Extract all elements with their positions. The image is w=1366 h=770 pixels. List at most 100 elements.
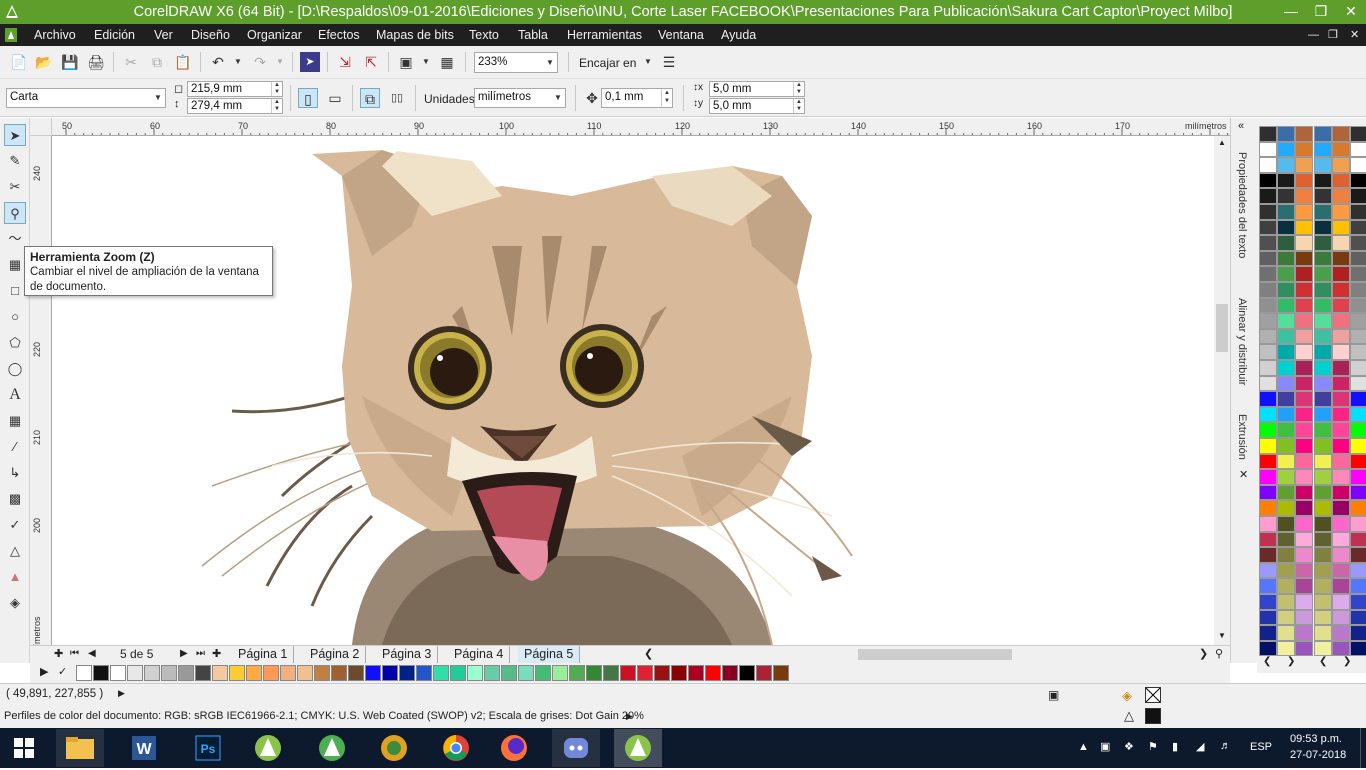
scroll-down-icon[interactable]: ▼: [1218, 631, 1226, 640]
color-swatch[interactable]: [1277, 469, 1295, 485]
open-folder-icon[interactable]: 📂: [34, 52, 54, 72]
color-swatch[interactable]: [1350, 313, 1366, 329]
photoshop-icon[interactable]: Ps: [184, 729, 232, 767]
color-swatch[interactable]: [1277, 531, 1295, 548]
color-swatch[interactable]: [1314, 219, 1332, 236]
color-swatch[interactable]: [1332, 360, 1350, 376]
color-swatch[interactable]: [1332, 141, 1350, 158]
palette-swatch[interactable]: [144, 665, 160, 681]
palette-swatch[interactable]: [773, 665, 789, 681]
palette-swatch[interactable]: [637, 665, 653, 681]
save-icon[interactable]: 💾: [60, 52, 80, 72]
color-swatch[interactable]: [1314, 640, 1332, 657]
color-swatch[interactable]: [1259, 531, 1277, 548]
color-swatch[interactable]: [1350, 204, 1366, 220]
clock-time[interactable]: 09:53 p.m.: [1290, 733, 1342, 745]
menu-edicion[interactable]: Edición: [94, 27, 135, 43]
color-swatch[interactable]: [1277, 438, 1295, 454]
color-swatch[interactable]: [1314, 188, 1332, 204]
color-swatch[interactable]: [1259, 250, 1277, 267]
palette-swatch[interactable]: [620, 665, 636, 681]
palette-swatch[interactable]: [263, 665, 279, 681]
current-page-icon[interactable]: ▯▯: [387, 88, 407, 108]
hscroll-right-icon[interactable]: ❯: [1199, 647, 1208, 660]
color-swatch[interactable]: [1277, 484, 1295, 501]
menu-mapas-de-bits[interactable]: Mapas de bits: [376, 27, 454, 43]
color-swatch[interactable]: [1350, 406, 1366, 423]
color-swatch[interactable]: [1259, 438, 1277, 454]
color-swatch[interactable]: [1332, 219, 1350, 236]
color-swatch[interactable]: [1277, 500, 1295, 516]
color-swatch[interactable]: [1259, 422, 1277, 438]
color-swatch[interactable]: [1295, 360, 1313, 376]
color-swatch[interactable]: [1314, 266, 1332, 282]
color-swatch[interactable]: [1314, 531, 1332, 548]
color-swatch[interactable]: [1332, 313, 1350, 329]
color-swatch[interactable]: [1295, 547, 1313, 563]
portrait-icon[interactable]: ▯: [298, 88, 318, 108]
color-swatch[interactable]: [1314, 391, 1332, 407]
coreldraw-icon[interactable]: [244, 729, 292, 767]
palette-swatch[interactable]: [433, 665, 449, 681]
color-swatch[interactable]: [1314, 344, 1332, 360]
palette-eyedropper-icon[interactable]: ✓: [58, 665, 67, 678]
color-swatch[interactable]: [1277, 344, 1295, 360]
palette-swatch[interactable]: [212, 665, 228, 681]
color-swatch[interactable]: [1259, 266, 1277, 282]
units-select[interactable]: milímetros ▼: [474, 88, 566, 108]
add-page-icon[interactable]: ✚: [54, 647, 63, 660]
color-swatch[interactable]: [1295, 344, 1313, 360]
color-swatch[interactable]: [1332, 406, 1350, 423]
ruler-origin[interactable]: [30, 118, 52, 136]
palette-swatch[interactable]: [586, 665, 602, 681]
color-swatch[interactable]: [1332, 235, 1350, 251]
export-icon[interactable]: ⇱: [361, 52, 381, 72]
color-swatch[interactable]: [1277, 172, 1295, 189]
color-swatch[interactable]: [1259, 640, 1277, 657]
palette-swatch[interactable]: [195, 665, 211, 681]
clock-date[interactable]: 27-07-2018: [1290, 749, 1346, 761]
duplicate-x-field[interactable]: 5,0 mm ▲ ▼: [709, 81, 805, 97]
docker-tab-propiedades-texto[interactable]: Propiedades del texto: [1236, 152, 1248, 258]
outline-pen-icon[interactable]: △: [4, 540, 26, 562]
palette-swatch[interactable]: [467, 665, 483, 681]
color-swatch[interactable]: [1314, 484, 1332, 501]
palette-swatch[interactable]: [93, 665, 109, 681]
nudge-distance-field[interactable]: 0,1 mm ▲ ▼: [601, 88, 673, 108]
color-swatch[interactable]: [1277, 594, 1295, 610]
color-swatch[interactable]: [1295, 516, 1313, 532]
connector-tool-icon[interactable]: ↳: [4, 462, 26, 484]
color-swatch[interactable]: [1332, 625, 1350, 641]
color-swatch[interactable]: [1332, 391, 1350, 407]
color-swatch[interactable]: [1314, 625, 1332, 641]
color-swatch[interactable]: [1259, 282, 1277, 298]
copy-icon[interactable]: ⧉: [147, 52, 167, 72]
chevron-down-icon[interactable]: ▼: [551, 89, 565, 106]
color-swatch[interactable]: [1295, 469, 1313, 485]
color-swatch[interactable]: [1277, 625, 1295, 641]
color-swatch[interactable]: [1295, 562, 1313, 579]
color-swatch[interactable]: [1332, 547, 1350, 563]
show-hidden-icons[interactable]: ▲: [1078, 741, 1089, 753]
collapse-docker-icon[interactable]: «: [1238, 120, 1244, 132]
menu-herramientas[interactable]: Herramientas: [567, 27, 642, 43]
color-swatch[interactable]: [1277, 609, 1295, 626]
color-swatch[interactable]: [1332, 375, 1350, 392]
fill-tool-icon[interactable]: ▲: [4, 566, 26, 588]
expand-status-icon[interactable]: ▶: [118, 688, 125, 699]
color-swatch[interactable]: [1332, 438, 1350, 454]
palette-swatch[interactable]: [654, 665, 670, 681]
palette-swatch[interactable]: [110, 665, 126, 681]
palette-swatch[interactable]: [671, 665, 687, 681]
crop-tool-icon[interactable]: ✂: [4, 176, 26, 198]
color-swatch[interactable]: [1314, 157, 1332, 173]
shape-tool-icon[interactable]: ✎: [4, 150, 26, 172]
corel-connect-icon[interactable]: [308, 729, 356, 767]
rectangle-tool-icon[interactable]: □: [4, 280, 26, 302]
color-swatch[interactable]: [1314, 204, 1332, 220]
color-swatch[interactable]: [1259, 172, 1277, 189]
color-swatch[interactable]: [1332, 469, 1350, 485]
color-swatch[interactable]: [1314, 406, 1332, 423]
discord-icon[interactable]: [552, 729, 600, 767]
close-icon[interactable]: ✕: [1336, 0, 1366, 22]
